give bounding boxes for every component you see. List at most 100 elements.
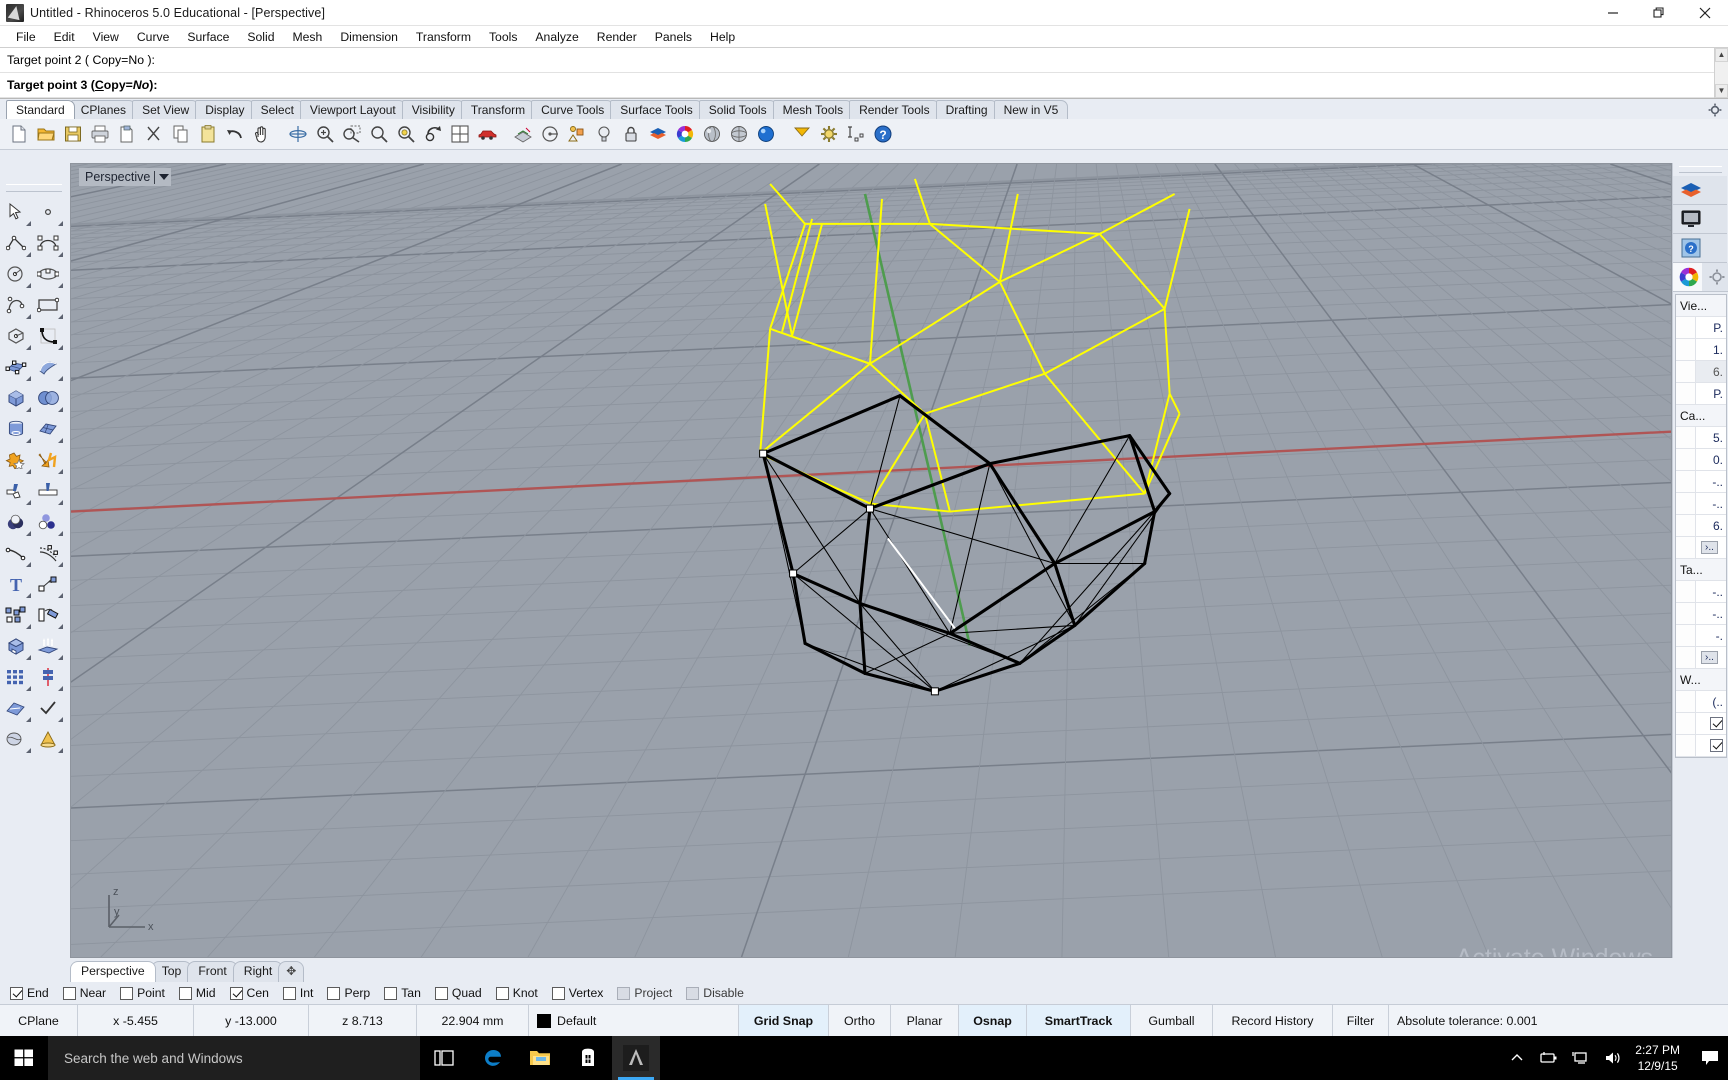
menu-item-panels[interactable]: Panels bbox=[646, 28, 701, 46]
menu-item-help[interactable]: Help bbox=[701, 28, 744, 46]
flyout-indicator-icon[interactable] bbox=[26, 283, 31, 288]
right-panel-grip[interactable] bbox=[1679, 166, 1722, 173]
osnap-quad[interactable]: Quad bbox=[435, 986, 482, 1000]
task-view-icon[interactable] bbox=[420, 1036, 468, 1080]
rotate-view-icon[interactable] bbox=[285, 122, 310, 147]
chevron-down-icon[interactable] bbox=[159, 174, 169, 180]
flyout-indicator-icon[interactable] bbox=[26, 438, 31, 443]
osnap-tan[interactable]: Tan bbox=[384, 986, 421, 1000]
checkbox-perp[interactable] bbox=[327, 987, 340, 1000]
properties-gear-tab-icon[interactable] bbox=[1702, 263, 1728, 292]
toolbar-tab-surface-tools[interactable]: Surface Tools bbox=[610, 100, 703, 119]
flyout-indicator-icon[interactable] bbox=[58, 283, 63, 288]
volume-icon[interactable] bbox=[1597, 1036, 1629, 1080]
layers-tab-icon[interactable] bbox=[1673, 176, 1727, 205]
polyline-icon[interactable] bbox=[0, 227, 32, 258]
toolbar-tab-select[interactable]: Select bbox=[251, 100, 304, 119]
osnap-int[interactable]: Int bbox=[283, 986, 314, 1000]
viewport-canvas[interactable] bbox=[71, 164, 1671, 957]
circle-icon[interactable] bbox=[0, 258, 32, 289]
menu-item-mesh[interactable]: Mesh bbox=[284, 28, 332, 46]
menu-item-surface[interactable]: Surface bbox=[178, 28, 238, 46]
property-value-cell[interactable]: -.. bbox=[1696, 603, 1726, 624]
flyout-indicator-icon[interactable] bbox=[58, 593, 63, 598]
zoom-in-icon[interactable] bbox=[312, 122, 337, 147]
network-icon[interactable] bbox=[1565, 1036, 1597, 1080]
point-move-icon[interactable] bbox=[32, 568, 64, 599]
status-toggle-gumball[interactable]: Gumball bbox=[1131, 1005, 1213, 1037]
property-value-cell[interactable]: -. bbox=[1696, 625, 1726, 646]
property-checkbox[interactable] bbox=[1710, 717, 1723, 730]
check-icon[interactable] bbox=[32, 692, 64, 723]
offset-curve-icon[interactable] bbox=[32, 537, 64, 568]
flyout-indicator-icon[interactable] bbox=[26, 686, 31, 691]
property-value-cell[interactable]: 1. bbox=[1696, 339, 1726, 360]
flyout-indicator-icon[interactable] bbox=[58, 562, 63, 567]
status-toggle-smarttrack[interactable]: SmartTrack bbox=[1027, 1005, 1131, 1037]
toolbar-tab-standard[interactable]: Standard bbox=[6, 100, 75, 119]
current-layer[interactable]: Default bbox=[529, 1005, 739, 1037]
boolean-intersection-icon[interactable] bbox=[32, 506, 64, 537]
flyout-indicator-icon[interactable] bbox=[58, 407, 63, 412]
car-render-icon[interactable] bbox=[474, 122, 499, 147]
flyout-indicator-icon[interactable] bbox=[26, 252, 31, 257]
cylinder-icon[interactable] bbox=[0, 413, 32, 444]
osnap-near[interactable]: Near bbox=[63, 986, 106, 1000]
property-value-cell[interactable]: -.. bbox=[1696, 493, 1726, 514]
flyout-indicator-icon[interactable] bbox=[58, 655, 63, 660]
property-value-cell[interactable]: ›.. bbox=[1696, 647, 1726, 668]
checkbox-point[interactable] bbox=[120, 987, 133, 1000]
color-wheel-tab-icon[interactable] bbox=[1673, 263, 1702, 292]
property-checkbox[interactable] bbox=[1710, 739, 1723, 752]
property-row[interactable]: -.. bbox=[1676, 581, 1726, 603]
osnap-mid[interactable]: Mid bbox=[179, 986, 216, 1000]
flyout-indicator-icon[interactable] bbox=[58, 314, 63, 319]
viewport-title-dropdown[interactable]: Perspective bbox=[79, 168, 171, 186]
flyout-indicator-icon[interactable] bbox=[58, 500, 63, 505]
object-snap-icon[interactable] bbox=[564, 122, 589, 147]
mirror-icon[interactable] bbox=[32, 661, 64, 692]
checkbox-mid[interactable] bbox=[179, 987, 192, 1000]
help-tab-icon[interactable]: ? bbox=[1673, 234, 1727, 263]
checkbox-quad[interactable] bbox=[435, 987, 448, 1000]
render-mesh-icon[interactable] bbox=[0, 723, 32, 754]
flyout-indicator-icon[interactable] bbox=[26, 221, 31, 226]
status-toggle-grid-snap[interactable]: Grid Snap bbox=[739, 1005, 829, 1037]
zoom-extents-icon[interactable] bbox=[366, 122, 391, 147]
save-file-icon[interactable] bbox=[60, 122, 85, 147]
toolbar-tab-transform[interactable]: Transform bbox=[461, 100, 535, 119]
surface-control-points-icon[interactable] bbox=[0, 351, 32, 382]
status-toggle-planar[interactable]: Planar bbox=[891, 1005, 959, 1037]
status-toggle-filter[interactable]: Filter bbox=[1333, 1005, 1389, 1037]
flyout-indicator-icon[interactable] bbox=[58, 624, 63, 629]
boolean-union-icon[interactable] bbox=[0, 444, 32, 475]
command-scrollbar[interactable]: ▲ ▼ bbox=[1714, 48, 1728, 98]
taskbar-clock[interactable]: 2:27 PM 12/9/15 bbox=[1629, 1042, 1692, 1074]
color-wheel-icon[interactable] bbox=[672, 122, 697, 147]
flyout-indicator-icon[interactable] bbox=[58, 531, 63, 536]
checkbox-tan[interactable] bbox=[384, 987, 397, 1000]
property-row[interactable]: P. bbox=[1676, 383, 1726, 405]
menu-item-analyze[interactable]: Analyze bbox=[526, 28, 587, 46]
osnap-disable[interactable]: Disable bbox=[686, 986, 744, 1000]
checkbox-project[interactable] bbox=[617, 987, 630, 1000]
flyout-indicator-icon[interactable] bbox=[26, 500, 31, 505]
property-row[interactable]: -.. bbox=[1676, 471, 1726, 493]
property-row[interactable]: -.. bbox=[1676, 603, 1726, 625]
menu-item-view[interactable]: View bbox=[84, 28, 128, 46]
maximize-restore-button[interactable] bbox=[1636, 0, 1682, 26]
property-row[interactable]: 0. bbox=[1676, 449, 1726, 471]
property-row[interactable]: 5. bbox=[1676, 427, 1726, 449]
action-center-icon[interactable] bbox=[1692, 1036, 1728, 1080]
extrude-icon[interactable] bbox=[32, 630, 64, 661]
arc-icon[interactable] bbox=[0, 289, 32, 320]
scroll-down-arrow-icon[interactable]: ▼ bbox=[1715, 84, 1728, 98]
cone-icon[interactable] bbox=[32, 723, 64, 754]
four-viewport-icon[interactable] bbox=[447, 122, 472, 147]
toolbar-tab-new-in-v5[interactable]: New in V5 bbox=[994, 100, 1069, 119]
menu-item-file[interactable]: File bbox=[7, 28, 45, 46]
view-tab-perspective[interactable]: Perspective bbox=[70, 961, 156, 982]
flyout-indicator-icon[interactable] bbox=[58, 717, 63, 722]
flyout-indicator-icon[interactable] bbox=[26, 624, 31, 629]
zoom-selected-icon[interactable] bbox=[393, 122, 418, 147]
